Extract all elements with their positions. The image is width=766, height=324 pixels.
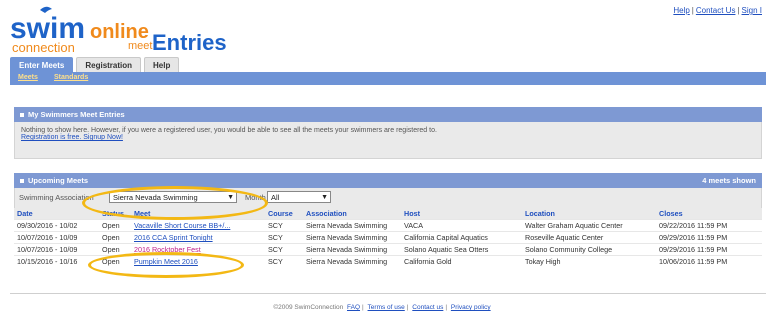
footer: ©2009 SwimConnection FAQ | Terms of use | … [0, 304, 766, 311]
table-row: 09/30/2016 - 10/02 Open Vacaville Short … [14, 219, 762, 232]
contact-us-link[interactable]: Contact Us [696, 6, 736, 15]
separator: | [445, 304, 448, 311]
subnav-standards-link[interactable]: Standards [54, 74, 88, 81]
col-closes[interactable]: Closes [656, 208, 762, 220]
association-value: Sierra Nevada Swimming [113, 193, 198, 202]
panel-bullet-icon [20, 113, 24, 118]
faq-link[interactable]: FAQ [347, 304, 360, 311]
logo-entries: Entries [152, 30, 227, 55]
tab-registration[interactable]: Registration [76, 57, 142, 72]
filter-bar: Swimming Association Sierra Nevada Swimm… [14, 188, 762, 208]
meet-course: SCY [265, 243, 303, 256]
meet-link[interactable]: Pumpkin Meet 2016 [134, 257, 198, 266]
table-row: 10/15/2016 - 10/16 Open Pumpkin Meet 201… [14, 255, 762, 267]
meet-closes: 09/29/2016 11:59 PM [656, 243, 762, 256]
upcoming-meets-title: Upcoming Meets [28, 176, 89, 185]
separator: | [362, 304, 364, 311]
swim-connection-logo[interactable]: swim connection online meet Entries [10, 4, 230, 56]
meet-association: Sierra Nevada Swimming [303, 219, 401, 232]
col-location[interactable]: Location [522, 208, 656, 220]
col-status[interactable]: Status [99, 208, 131, 220]
tab-enter-meets[interactable]: Enter Meets [10, 57, 74, 72]
meets-count: 4 meets shown [702, 176, 756, 185]
panel-bullet-icon [20, 179, 24, 184]
meet-location: Roseville Aquatic Center [522, 231, 656, 244]
sub-navigation: Meets Standards [10, 72, 766, 85]
upcoming-meets-header: Upcoming Meets 4 meets shown [14, 173, 762, 188]
meet-association: Sierra Nevada Swimming [303, 255, 401, 267]
meet-status: Open [99, 231, 131, 244]
association-select[interactable]: Sierra Nevada Swimming ▼ [109, 191, 237, 203]
meet-host: California Gold [401, 255, 522, 267]
meet-location: Tokay High [522, 255, 656, 267]
meet-closes: 09/22/2016 11:59 PM [656, 219, 762, 232]
meet-date: 09/30/2016 - 10/02 [14, 219, 99, 232]
my-entries-header: My Swimmers Meet Entries [14, 107, 762, 122]
meet-link[interactable]: 2016 CCA Sprint Tonight [134, 233, 213, 242]
header-links: Help | Contact Us | Sign I [673, 6, 762, 15]
meet-host: Solano Aquatic Sea Otters [401, 243, 522, 256]
association-label: Swimming Association [19, 193, 94, 202]
meet-closes: 10/06/2016 11:59 PM [656, 255, 762, 267]
chevron-down-icon: ▼ [227, 194, 234, 201]
meet-association: Sierra Nevada Swimming [303, 231, 401, 244]
table-row: 10/07/2016 - 10/09 Open 2016 Rocktober F… [14, 243, 762, 256]
meet-host: VACA [401, 219, 522, 232]
meet-status: Open [99, 243, 131, 256]
table-row: 10/07/2016 - 10/09 Open 2016 CCA Sprint … [14, 231, 762, 244]
month-value: All [271, 193, 280, 202]
logo-graphic: swim connection online meet Entries [10, 6, 227, 55]
meet-course: SCY [265, 231, 303, 244]
meet-date: 10/07/2016 - 10/09 [14, 231, 99, 244]
meet-date: 10/15/2016 - 10/16 [14, 255, 99, 267]
col-meet[interactable]: Meet [131, 208, 265, 220]
meet-link[interactable]: Vacaville Short Course BB+/... [134, 221, 230, 230]
my-entries-message: Nothing to show here. However, if you we… [21, 127, 437, 134]
signup-link[interactable]: Registration is free. Signup Now! [21, 134, 123, 141]
col-course[interactable]: Course [265, 208, 303, 220]
meet-date: 10/07/2016 - 10/09 [14, 243, 99, 256]
meet-course: SCY [265, 255, 303, 267]
my-entries-panel: My Swimmers Meet Entries Nothing to show… [14, 107, 762, 159]
tab-help[interactable]: Help [144, 57, 180, 72]
meet-association: Sierra Nevada Swimming [303, 243, 401, 256]
col-host[interactable]: Host [401, 208, 522, 220]
separator: | [691, 6, 694, 15]
meets-table: Date Status Meet Course Association Host… [14, 208, 762, 267]
meet-link[interactable]: 2016 Rocktober Fest [134, 245, 201, 254]
main-tabs: Enter Meets Registration Help [10, 57, 180, 72]
meet-course: SCY [265, 219, 303, 232]
separator: | [406, 304, 409, 311]
logo-meet: meet [128, 40, 152, 52]
meet-closes: 09/29/2016 11:59 PM [656, 231, 762, 244]
my-entries-body: Nothing to show here. However, if you we… [14, 122, 762, 159]
copyright-text: ©2009 SwimConnection [273, 304, 344, 311]
footer-divider [10, 293, 766, 294]
privacy-link[interactable]: Privacy policy [451, 304, 491, 311]
meet-host: California Capital Aquatics [401, 231, 522, 244]
col-date[interactable]: Date [14, 208, 99, 220]
separator: | [737, 6, 740, 15]
upcoming-meets-panel: Upcoming Meets 4 meets shown Swimming As… [14, 173, 762, 267]
my-entries-title: My Swimmers Meet Entries [28, 110, 125, 119]
terms-link[interactable]: Terms of use [368, 304, 405, 311]
meet-location: Walter Graham Aquatic Center [522, 219, 656, 232]
table-header-row: Date Status Meet Course Association Host… [14, 208, 762, 220]
month-label: Month [245, 193, 266, 202]
meet-status: Open [99, 255, 131, 267]
meet-status: Open [99, 219, 131, 232]
contact-link[interactable]: Contact us [412, 304, 443, 311]
sign-in-link[interactable]: Sign I [742, 6, 762, 15]
chevron-down-icon: ▼ [321, 194, 328, 201]
meet-location: Solano Community College [522, 243, 656, 256]
subnav-meets-link[interactable]: Meets [18, 74, 38, 81]
month-select[interactable]: All ▼ [267, 191, 331, 203]
col-association[interactable]: Association [303, 208, 401, 220]
logo-connection: connection [12, 40, 75, 55]
help-link[interactable]: Help [673, 6, 689, 15]
